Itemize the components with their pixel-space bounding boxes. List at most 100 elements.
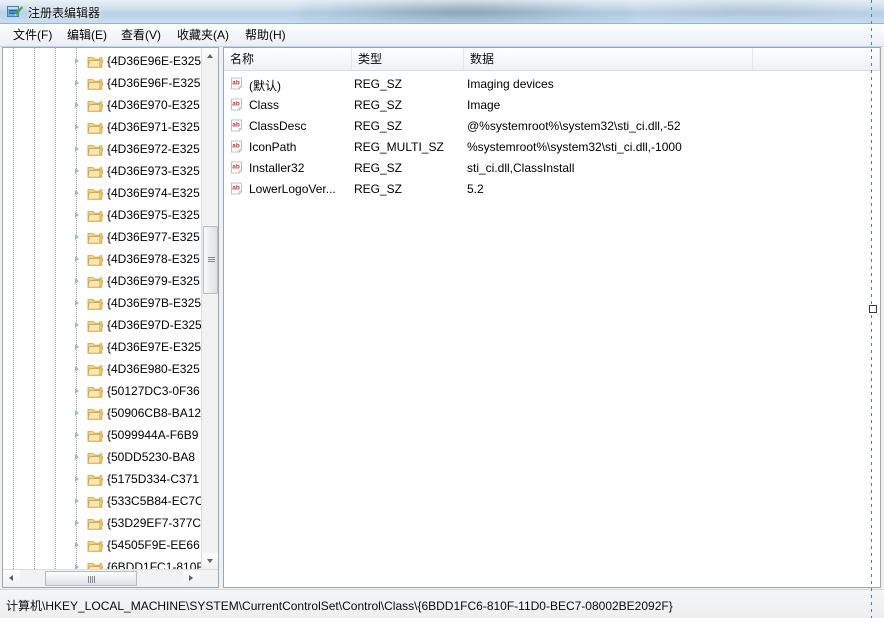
- tree-node[interactable]: {4D36E975-E325: [3, 205, 201, 227]
- menu-item-2[interactable]: 查看(V): [116, 27, 166, 44]
- tree-node[interactable]: {50DD5230-BA8: [3, 447, 201, 469]
- chevron-right-icon[interactable]: [75, 476, 79, 482]
- tree-scroll-down-button[interactable]: [202, 553, 218, 570]
- chevron-right-icon[interactable]: [75, 278, 79, 284]
- chevron-right-icon[interactable]: [75, 542, 79, 548]
- tree-node[interactable]: {4D36E96E-E325: [3, 51, 201, 73]
- tree-node-label: {4D36E979-E325: [107, 274, 200, 288]
- column-header-1[interactable]: 类型: [352, 48, 464, 70]
- tree-vertical-scrollbar[interactable]: [201, 48, 218, 570]
- tree-node-label: {4D36E975-E325: [107, 208, 200, 222]
- value-type: REG_SZ: [354, 98, 402, 112]
- chevron-right-icon[interactable]: [75, 366, 79, 372]
- folder-icon: [87, 99, 104, 113]
- folder-icon: [87, 517, 104, 531]
- tree-scroll-right-button[interactable]: [183, 570, 200, 587]
- tree-node[interactable]: {54505F9E-EE66: [3, 535, 201, 557]
- chevron-right-icon[interactable]: [75, 322, 79, 328]
- folder-icon: [87, 55, 104, 69]
- tree-node[interactable]: {4D36E978-E325: [3, 249, 201, 271]
- menu-item-0[interactable]: 文件(F): [8, 27, 57, 44]
- folder-icon: [87, 121, 104, 135]
- tree-scroll-left-button[interactable]: [3, 570, 20, 587]
- registry-value-row[interactable]: abIconPathREG_MULTI_SZ%systemroot%\syste…: [224, 137, 880, 158]
- chevron-right-icon[interactable]: [75, 102, 79, 108]
- chevron-right-icon[interactable]: [75, 146, 79, 152]
- registry-editor-icon: [6, 4, 23, 20]
- svg-text:ab: ab: [232, 185, 240, 192]
- tree-node[interactable]: {5099944A-F6B9: [3, 425, 201, 447]
- value-name: IconPath: [249, 140, 296, 154]
- tree-node[interactable]: {50127DC3-0F36: [3, 381, 201, 403]
- tree-node[interactable]: {4D36E979-E325: [3, 271, 201, 293]
- column-header-0[interactable]: 名称: [224, 48, 352, 70]
- menu-item-1[interactable]: 编辑(E): [62, 27, 112, 44]
- value-type: REG_SZ: [354, 161, 402, 175]
- tree-node-label: {4D36E980-E325: [107, 362, 200, 376]
- tree-node[interactable]: {4D36E970-E325: [3, 95, 201, 117]
- chevron-right-icon[interactable]: [75, 256, 79, 262]
- chevron-right-icon[interactable]: [75, 300, 79, 306]
- tree-node[interactable]: {4D36E973-E325: [3, 161, 201, 183]
- registry-value-row[interactable]: abLowerLogoVer...REG_SZ5.2: [224, 179, 880, 200]
- chevron-right-icon[interactable]: [75, 520, 79, 526]
- column-header-3[interactable]: [753, 48, 880, 70]
- tree-node-label: {53D29EF7-377C: [107, 516, 201, 530]
- chevron-right-icon[interactable]: [75, 80, 79, 86]
- tree-horizontal-scroll-thumb[interactable]: [45, 571, 137, 586]
- registry-values-pane[interactable]: 名称类型数据 ab(默认)REG_SZImaging devicesabClas…: [223, 47, 881, 588]
- list-column-header[interactable]: 名称类型数据: [224, 48, 880, 71]
- tree-node[interactable]: {4D36E97E-E325: [3, 337, 201, 359]
- tree-node[interactable]: {4D36E974-E325: [3, 183, 201, 205]
- title-bar[interactable]: 注册表编辑器: [0, 0, 884, 24]
- chevron-right-icon[interactable]: [75, 190, 79, 196]
- chevron-right-icon[interactable]: [75, 212, 79, 218]
- chevron-right-icon[interactable]: [75, 344, 79, 350]
- tree-horizontal-scrollbar[interactable]: [3, 569, 218, 587]
- chevron-right-icon[interactable]: [75, 168, 79, 174]
- tree-node[interactable]: {4D36E972-E325: [3, 139, 201, 161]
- chevron-right-icon[interactable]: [75, 58, 79, 64]
- chevron-right-icon[interactable]: [75, 234, 79, 240]
- tree-node[interactable]: {4D36E97D-E325: [3, 315, 201, 337]
- folder-icon: [87, 77, 104, 91]
- tree-node-label: {5175D334-C371: [107, 472, 199, 486]
- svg-text:ab: ab: [232, 122, 240, 129]
- scroll-up-arrow-icon: [207, 54, 213, 58]
- value-type: REG_SZ: [354, 77, 402, 91]
- tree-node[interactable]: {5175D334-C371: [3, 469, 201, 491]
- chevron-right-icon[interactable]: [75, 124, 79, 130]
- tree-node[interactable]: {50906CB8-BA12: [3, 403, 201, 425]
- chevron-right-icon[interactable]: [75, 498, 79, 504]
- registry-value-row[interactable]: abClassDescREG_SZ@%systemroot%\system32\…: [224, 116, 880, 137]
- tree-vertical-scroll-thumb[interactable]: [203, 226, 218, 294]
- chevron-right-icon[interactable]: [75, 388, 79, 394]
- column-header-2[interactable]: 数据: [464, 48, 753, 70]
- string-value-icon: ab: [230, 77, 246, 92]
- registry-value-row[interactable]: ab(默认)REG_SZImaging devices: [224, 74, 880, 95]
- chevron-right-icon[interactable]: [75, 410, 79, 416]
- chevron-right-icon[interactable]: [75, 432, 79, 438]
- tree-node-label: {4D36E973-E325: [107, 164, 200, 178]
- tree-scroll-area: {4D36E96E-E325{4D36E96F-E325{4D36E970-E3…: [3, 48, 201, 570]
- menu-item-4[interactable]: 帮助(H): [240, 27, 291, 44]
- tree-scroll-up-button[interactable]: [202, 48, 218, 65]
- tree-node[interactable]: {4D36E96F-E325: [3, 73, 201, 95]
- registry-value-row[interactable]: abClassREG_SZImage: [224, 95, 880, 116]
- tree-node[interactable]: {4D36E980-E325: [3, 359, 201, 381]
- folder-icon: [87, 539, 104, 553]
- chevron-right-icon[interactable]: [75, 454, 79, 460]
- tree-node[interactable]: {4D36E977-E325: [3, 227, 201, 249]
- tree-node[interactable]: {53D29EF7-377C: [3, 513, 201, 535]
- folder-icon: [87, 143, 104, 157]
- tree-node[interactable]: {4D36E97B-E325: [3, 293, 201, 315]
- menu-item-3[interactable]: 收藏夹(A): [172, 27, 234, 44]
- registry-tree-pane[interactable]: {4D36E96E-E325{4D36E96F-E325{4D36E970-E3…: [2, 47, 219, 588]
- tree-node-label: {5099944A-F6B9: [107, 428, 198, 442]
- string-value-icon: ab: [230, 161, 246, 176]
- tree-node[interactable]: {4D36E971-E325: [3, 117, 201, 139]
- registry-value-row[interactable]: abInstaller32REG_SZsti_ci.dll,ClassInsta…: [224, 158, 880, 179]
- value-type: REG_SZ: [354, 119, 402, 133]
- tree-node[interactable]: {533C5B84-EC7C: [3, 491, 201, 513]
- value-type: REG_MULTI_SZ: [354, 140, 444, 154]
